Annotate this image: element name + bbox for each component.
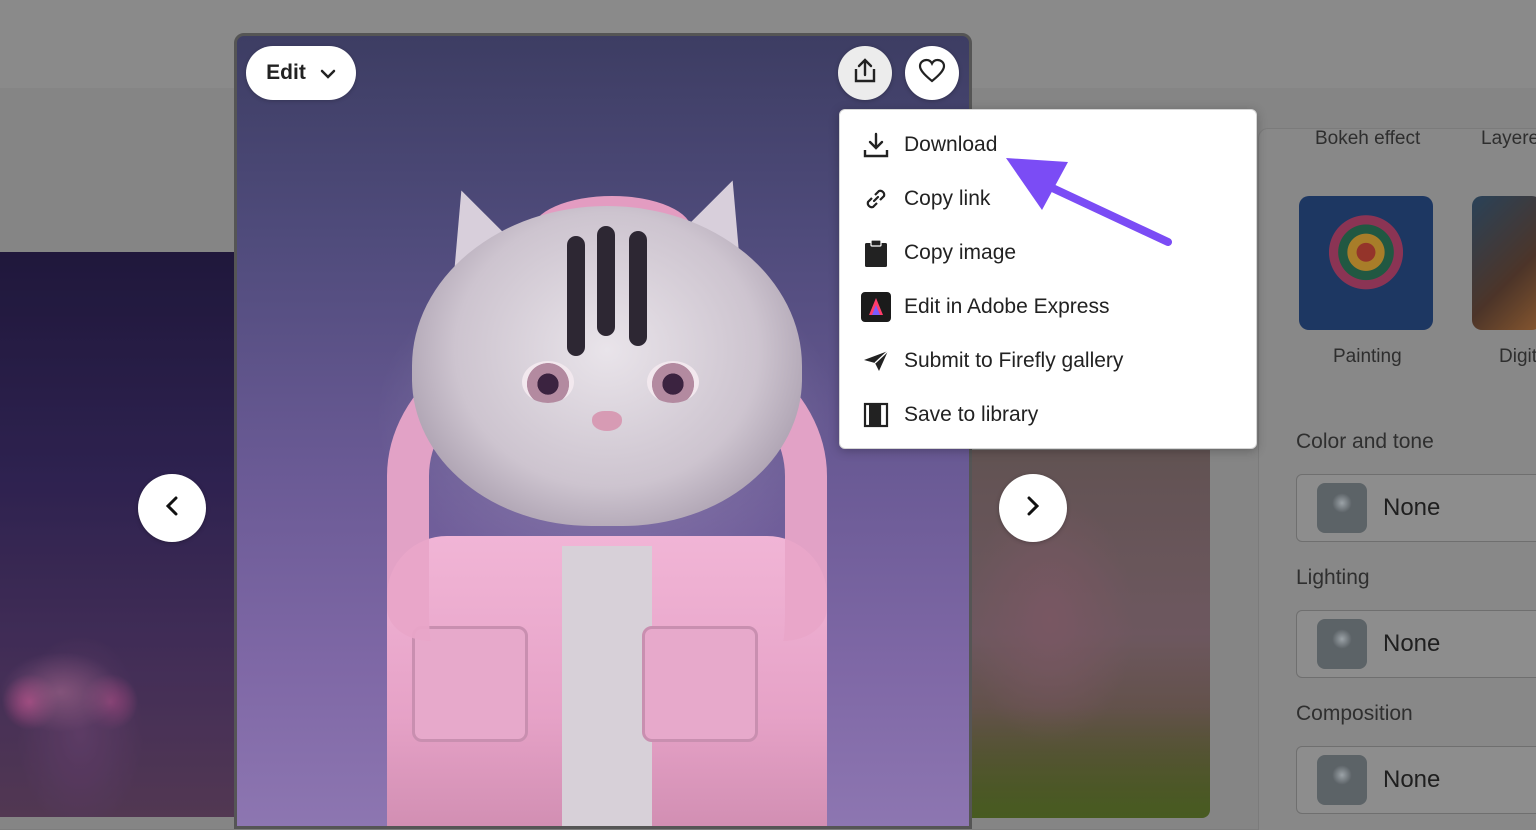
annotation-arrow-icon xyxy=(1006,158,1172,246)
lighting-select[interactable]: None xyxy=(1296,610,1536,678)
favorite-button[interactable] xyxy=(905,46,959,100)
previous-image-preview[interactable] xyxy=(0,252,236,817)
style-label-painting: Painting xyxy=(1333,346,1402,367)
menu-label: Download xyxy=(904,133,998,156)
color-and-tone-title: Color and tone xyxy=(1296,430,1434,453)
next-button[interactable] xyxy=(999,474,1067,542)
edit-label: Edit xyxy=(266,61,306,84)
balloon-icon xyxy=(1317,755,1367,805)
style-tab-layered[interactable]: Layere xyxy=(1481,128,1536,150)
send-icon xyxy=(861,346,891,376)
balloon-icon xyxy=(1317,483,1367,533)
style-label-digital: Digit xyxy=(1499,346,1536,367)
lighting-title: Lighting xyxy=(1296,566,1370,589)
chevron-right-icon xyxy=(1026,495,1040,522)
style-thumb-painting[interactable] xyxy=(1299,196,1433,330)
link-icon xyxy=(861,184,891,214)
library-icon xyxy=(861,400,891,430)
menu-item-save-to-library[interactable]: Save to library xyxy=(840,388,1258,442)
chevron-down-icon xyxy=(320,61,336,85)
menu-label: Copy link xyxy=(904,187,991,210)
style-tab-bokeh[interactable]: Bokeh effect xyxy=(1315,128,1420,150)
chevron-left-icon xyxy=(165,495,179,522)
composition-value: None xyxy=(1383,766,1441,793)
heart-icon xyxy=(918,58,946,89)
menu-label: Submit to Firefly gallery xyxy=(904,349,1124,372)
color-and-tone-value: None xyxy=(1383,494,1441,521)
menu-item-edit-in-adobe-express[interactable]: Edit in Adobe Express xyxy=(840,280,1258,334)
download-icon xyxy=(861,130,891,160)
adobe-express-icon xyxy=(861,292,891,322)
menu-label: Save to library xyxy=(904,403,1039,426)
color-and-tone-select[interactable]: None xyxy=(1296,474,1536,542)
clipboard-icon xyxy=(861,238,891,268)
style-thumb-digital[interactable] xyxy=(1472,196,1536,330)
lighting-value: None xyxy=(1383,630,1441,657)
composition-select[interactable]: None xyxy=(1296,746,1536,814)
balloon-icon xyxy=(1317,619,1367,669)
menu-label: Edit in Adobe Express xyxy=(904,295,1110,318)
share-button[interactable] xyxy=(838,46,892,100)
previous-button[interactable] xyxy=(138,474,206,542)
edit-button[interactable]: Edit xyxy=(246,46,356,100)
menu-item-submit-to-gallery[interactable]: Submit to Firefly gallery xyxy=(840,334,1258,388)
share-icon xyxy=(851,57,879,90)
composition-title: Composition xyxy=(1296,702,1413,725)
